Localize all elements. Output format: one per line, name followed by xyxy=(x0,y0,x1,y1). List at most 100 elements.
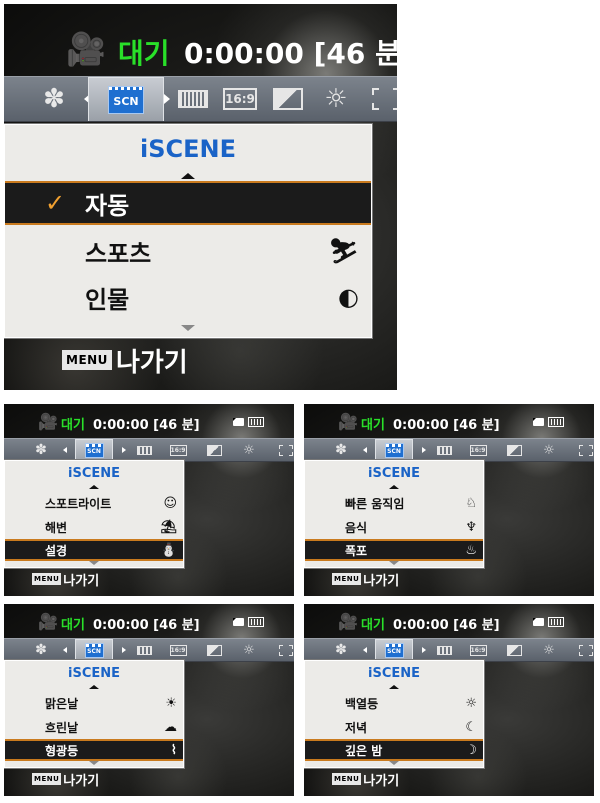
scroll-down-arrow-icon[interactable] xyxy=(389,561,399,565)
scroll-down-arrow-icon[interactable] xyxy=(89,761,99,765)
menu-key-badge: MENU xyxy=(62,350,112,370)
settings-gear-icon[interactable]: ✽ xyxy=(31,639,51,661)
tab-exposure[interactable] xyxy=(504,639,524,661)
settings-gear-icon[interactable]: ✽ xyxy=(31,439,51,461)
tab-scroll-right-icon[interactable] xyxy=(120,639,128,661)
tab-focus[interactable] xyxy=(276,639,294,661)
menu-tab-bar: ✽ SCN 16:9 ☼ xyxy=(4,638,294,662)
exit-label: 나가기 xyxy=(363,573,400,589)
tab-scene[interactable]: SCN xyxy=(75,439,113,461)
tab-white-balance[interactable]: ☼ xyxy=(239,639,259,661)
camera-lcd-screen-2: 🎥 대기 0:00:00 [46 분] ✽ SCN 16:9 ☼ iSCENE 스포트… xyxy=(4,404,294,596)
scene-option[interactable]: 저녁 ☾ xyxy=(305,716,483,738)
scene-icon: ☾ xyxy=(465,719,477,735)
gear-icon: ✽ xyxy=(335,642,347,658)
tab-recording-quality[interactable] xyxy=(173,77,213,121)
tab-aspect-ratio[interactable]: 16:9 xyxy=(168,439,188,461)
tab-recording-quality[interactable] xyxy=(134,639,154,661)
scene-option[interactable]: 백열등 ☼ xyxy=(305,692,483,714)
tab-focus[interactable] xyxy=(276,439,294,461)
settings-gear-icon[interactable]: ✽ xyxy=(331,439,351,461)
tab-exposure[interactable] xyxy=(204,439,224,461)
scroll-up-arrow-icon[interactable] xyxy=(89,685,99,689)
scene-option-label: 빠른 움직임 xyxy=(345,496,405,511)
film-strip-icon xyxy=(436,445,452,455)
scene-option-selected[interactable]: ✓ 자동 xyxy=(5,181,371,225)
focus-frame-icon xyxy=(372,88,397,110)
scroll-down-arrow-icon[interactable] xyxy=(89,561,99,565)
exit-label: 나가기 xyxy=(363,773,400,789)
menu-exit-hint[interactable]: MENU 나가기 xyxy=(62,342,188,378)
video-camera-icon: 🎥 xyxy=(38,412,58,431)
tab-focus[interactable] xyxy=(366,77,397,121)
tab-focus[interactable] xyxy=(576,639,594,661)
scene-option[interactable]: 흐린날 ☁ xyxy=(5,716,183,738)
tab-aspect-ratio[interactable]: 16:9 xyxy=(468,439,488,461)
tab-white-balance[interactable]: ☼ xyxy=(539,639,559,661)
menu-exit-hint[interactable]: MENU 나가기 xyxy=(32,769,99,789)
scene-option[interactable]: 빠른 움직임 ♘ xyxy=(305,492,483,514)
scn-icon: SCN xyxy=(84,443,104,458)
tab-recording-quality[interactable] xyxy=(434,639,454,661)
scn-icon: SCN xyxy=(384,443,404,458)
scene-option[interactable]: 인물 ◐ xyxy=(5,275,371,319)
aspect-ratio-icon: 16:9 xyxy=(169,644,187,656)
tab-aspect-ratio[interactable]: 16:9 xyxy=(220,77,260,121)
tab-scene[interactable]: SCN xyxy=(375,639,413,661)
scene-option[interactable]: 스포트라이트 ☺ xyxy=(5,492,183,514)
menu-key-badge: MENU xyxy=(32,773,62,785)
tab-exposure[interactable] xyxy=(504,439,524,461)
tab-white-balance[interactable]: ☼ xyxy=(239,439,259,461)
scroll-up-arrow-icon[interactable] xyxy=(389,485,399,489)
tab-scene[interactable]: SCN xyxy=(75,639,113,661)
menu-title: iSCENE xyxy=(368,666,420,681)
scroll-up-arrow-icon[interactable] xyxy=(89,485,99,489)
focus-frame-icon xyxy=(279,644,293,656)
exposure-compensation-icon xyxy=(506,644,522,656)
scene-option[interactable]: 음식 ♆ xyxy=(305,516,483,538)
scene-option-selected[interactable]: 형광등 ⌇ xyxy=(5,739,183,761)
film-strip-icon xyxy=(178,90,208,108)
tab-scroll-right-icon[interactable] xyxy=(420,439,428,461)
scene-option-selected[interactable]: 설경 ⛄ xyxy=(5,539,183,561)
tab-scene[interactable]: SCN xyxy=(88,77,164,121)
tab-scroll-left-icon[interactable] xyxy=(361,439,369,461)
menu-exit-hint[interactable]: MENU 나가기 xyxy=(332,769,399,789)
tab-scroll-left-icon[interactable] xyxy=(61,439,69,461)
menu-exit-hint[interactable]: MENU 나가기 xyxy=(32,569,99,589)
tab-exposure[interactable] xyxy=(268,77,308,121)
scene-option[interactable]: 스포츠 ⛷ xyxy=(5,229,371,273)
tab-scroll-right-icon[interactable] xyxy=(120,439,128,461)
scene-icon: ⛷ xyxy=(328,237,359,265)
tab-scene[interactable]: SCN xyxy=(375,439,413,461)
tab-scroll-left-icon[interactable] xyxy=(61,639,69,661)
scene-option[interactable]: 맑은날 ☀ xyxy=(5,692,183,714)
tab-aspect-ratio[interactable]: 16:9 xyxy=(168,639,188,661)
tab-scroll-right-icon[interactable] xyxy=(420,639,428,661)
aspect-ratio-icon: 16:9 xyxy=(223,88,257,110)
settings-gear-icon[interactable]: ✽ xyxy=(331,639,351,661)
tab-white-balance[interactable]: ☼ xyxy=(539,439,559,461)
scroll-down-arrow-icon[interactable] xyxy=(389,761,399,765)
scroll-down-arrow-icon[interactable] xyxy=(181,325,195,331)
scroll-up-arrow-icon[interactable] xyxy=(389,685,399,689)
tab-scroll-left-icon[interactable] xyxy=(361,639,369,661)
tab-scroll-right-icon[interactable] xyxy=(161,77,173,121)
scene-option-selected[interactable]: 깊은 밤 ☽ xyxy=(305,739,483,761)
tab-exposure[interactable] xyxy=(204,639,224,661)
mode-label: 대기 xyxy=(118,37,170,70)
scene-option-selected[interactable]: 폭포 ♨ xyxy=(305,539,483,561)
tab-recording-quality[interactable] xyxy=(434,439,454,461)
scene-option-label: 폭포 xyxy=(345,543,368,558)
exposure-compensation-icon xyxy=(506,444,522,456)
tab-focus[interactable] xyxy=(576,439,594,461)
scroll-up-arrow-icon[interactable] xyxy=(181,173,195,179)
tab-recording-quality[interactable] xyxy=(134,439,154,461)
scene-option[interactable]: 해변 ⛱ xyxy=(5,516,183,538)
tab-aspect-ratio[interactable]: 16:9 xyxy=(468,639,488,661)
menu-exit-hint[interactable]: MENU 나가기 xyxy=(332,569,399,589)
scene-option-label: 해변 xyxy=(45,520,68,535)
settings-gear-icon[interactable]: ✽ xyxy=(34,77,74,121)
tab-white-balance[interactable]: ☼ xyxy=(316,77,356,121)
scene-option-label: 흐린날 xyxy=(45,720,79,735)
